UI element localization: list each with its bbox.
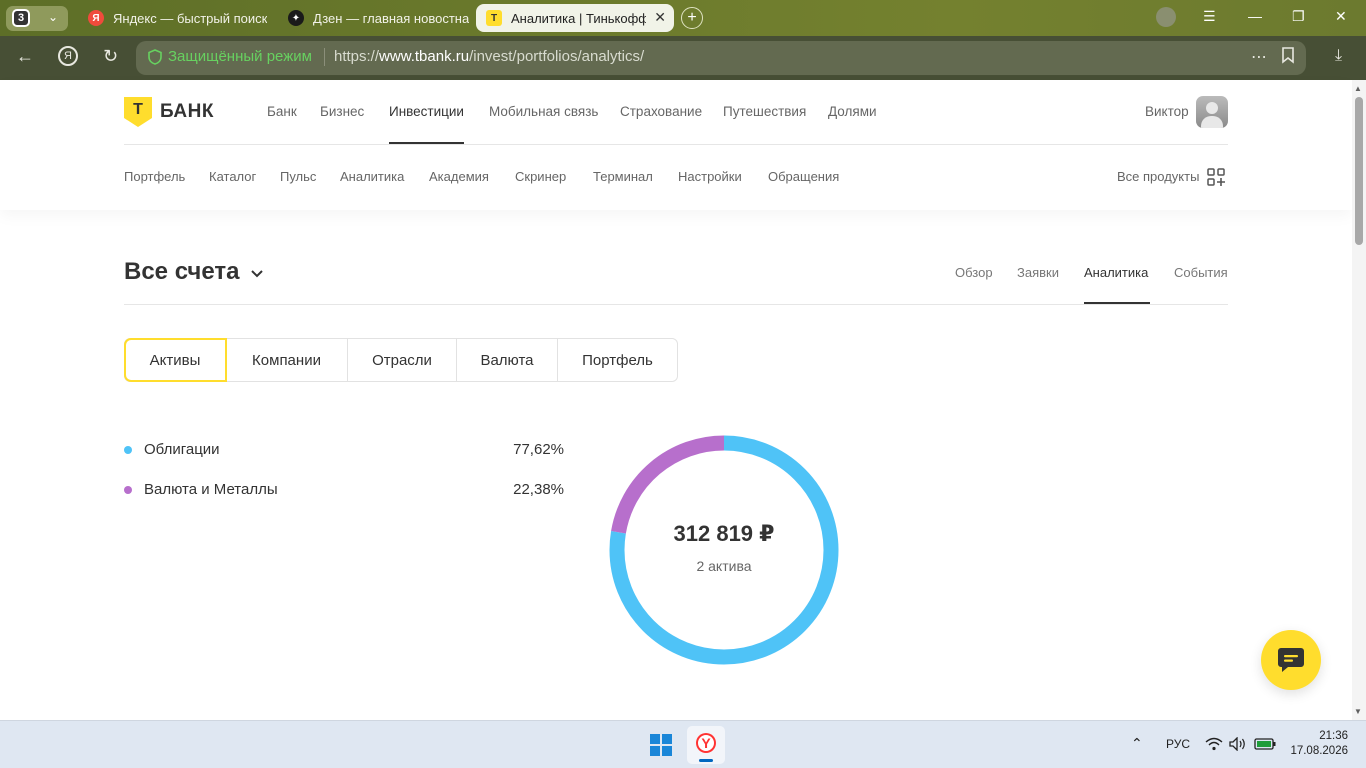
legend-item-bonds[interactable]: Облигации 77,62% [124,440,564,460]
sub-nav-portfolio[interactable]: Портфель [124,169,185,184]
assets-count: 2 актива [696,558,752,574]
shield-icon [148,48,162,65]
scroll-up-icon[interactable]: ▲ [1354,84,1362,93]
header-divider [124,144,1228,145]
downloads-icon[interactable]: ⤓ [1335,47,1342,65]
system-clock[interactable]: 21:36 17.08.2026 [1288,729,1348,759]
tab-orders[interactable]: Заявки [1017,265,1059,280]
more-icon[interactable]: ⋯ [1251,47,1267,67]
browser-tab-dzen[interactable]: ✦ Дзен — главная новостна [278,4,472,32]
minimize-icon[interactable]: — [1248,8,1262,24]
sub-nav-catalog[interactable]: Каталог [209,169,256,184]
url-text[interactable]: https://www.tbank.ru/invest/portfolios/a… [334,48,644,65]
logo-text: БАНК [160,101,214,122]
reload-icon[interactable]: ↻ [103,46,118,67]
tbank-icon: T [486,10,502,26]
segment-currency[interactable]: Валюта [457,339,558,381]
legend-name: Облигации [144,441,220,458]
language-indicator[interactable]: РУС [1166,737,1190,751]
tab-title: Дзен — главная новостна [313,10,470,26]
browser-tab-yandex[interactable]: Я Яндекс — быстрый поиск [78,4,272,32]
legend-name: Валюта и Металлы [144,481,278,498]
dzen-icon: ✦ [288,10,304,26]
tab-counter-button[interactable]: 3 ⌄ [6,6,68,31]
wifi-icon[interactable] [1205,737,1223,751]
clock-date: 17.08.2026 [1290,745,1348,757]
sub-nav-settings[interactable]: Настройки [678,169,742,184]
tbank-logo[interactable]: Т БАНК [124,97,214,127]
analytics-segment-control: Активы Компании Отрасли Валюта Портфель [124,338,678,382]
url-domain: www.tbank.ru [379,48,470,65]
tab-analytics[interactable]: Аналитика [1084,265,1148,280]
chat-icon [1278,648,1304,672]
yandex-browser-taskbar-button[interactable]: Y [687,726,725,764]
grid-plus-icon[interactable] [1207,168,1225,186]
legend-percent: 77,62% [513,441,564,458]
active-app-indicator [699,759,713,762]
user-name[interactable]: Виктор [1145,104,1189,119]
tab-title: Аналитика | Тинькофф [511,10,646,26]
battery-icon[interactable] [1254,738,1276,750]
browser-tab-analytics[interactable]: T Аналитика | Тинькофф ✕ [476,4,674,32]
restore-icon[interactable]: ❐ [1292,8,1305,25]
secure-mode-badge[interactable]: Защищённый режим [148,48,312,65]
sub-nav-analytics[interactable]: Аналитика [340,169,404,184]
windows-taskbar [0,720,1366,768]
segment-companies[interactable]: Компании [226,339,348,381]
top-nav-dolyami[interactable]: Долями [828,104,877,119]
chevron-down-icon[interactable] [249,265,265,281]
all-products-link[interactable]: Все продукты [1117,169,1199,184]
legend-item-currency-metals[interactable]: Валюта и Металлы 22,38% [124,480,564,500]
profile-avatar-icon[interactable] [1156,7,1176,27]
yandex-home-icon[interactable]: Я [58,46,78,66]
new-tab-button[interactable]: + [681,7,703,29]
scrollbar-thumb[interactable] [1355,97,1363,245]
chat-button[interactable] [1261,630,1321,690]
sub-nav-pulse[interactable]: Пульс [280,169,316,184]
portfolio-total-value: 312 819 ₽ [673,521,775,546]
secure-mode-label: Защищённый режим [168,48,312,65]
scroll-down-icon[interactable]: ▼ [1354,707,1362,716]
tab-overview[interactable]: Обзор [955,265,993,280]
tab-events[interactable]: События [1174,265,1228,280]
tab-title: Яндекс — быстрый поиск [113,10,268,26]
logo-shield: Т [124,97,152,127]
sub-nav-screener[interactable]: Скринер [515,169,566,184]
segment-portfolio[interactable]: Портфель [558,339,677,381]
sub-nav-requests[interactable]: Обращения [768,169,839,184]
legend-dot [124,486,132,494]
tab-count: 3 [12,9,30,27]
segment-assets[interactable]: Активы [124,338,227,382]
tray-chevron-up-icon[interactable]: ⌃ [1131,735,1143,752]
chevron-down-icon: ⌄ [48,10,59,24]
clock-time: 21:36 [1319,730,1348,742]
menu-icon[interactable]: ☰ [1203,8,1216,25]
windows-start-icon[interactable] [650,734,672,756]
assets-donut-chart [609,435,839,665]
top-nav-business[interactable]: Бизнес [320,104,364,119]
sub-nav-academy[interactable]: Академия [429,169,489,184]
top-nav-mobile[interactable]: Мобильная связь [489,104,598,119]
top-nav-insurance[interactable]: Страхование [620,104,702,119]
content-divider [124,304,1228,305]
close-tab-icon[interactable]: ✕ [654,9,666,26]
sub-nav-terminal[interactable]: Терминал [593,169,653,184]
yandex-icon: Я [88,10,104,26]
legend-dot [124,446,132,454]
legend-percent: 22,38% [513,481,564,498]
page-title[interactable]: Все счета [124,258,240,286]
close-window-icon[interactable]: ✕ [1335,8,1347,25]
back-icon[interactable]: ← [16,46,34,67]
segment-sectors[interactable]: Отрасли [348,339,457,381]
volume-icon[interactable] [1229,737,1247,751]
bookmark-icon[interactable] [1281,47,1295,69]
url-prefix: https:// [334,48,380,65]
omnibox-divider [324,48,325,66]
top-nav-bank[interactable]: Банк [267,104,297,119]
avatar[interactable] [1196,96,1228,128]
top-nav-investments[interactable]: Инвестиции [389,104,464,119]
top-nav-travel[interactable]: Путешествия [723,104,806,119]
url-path: /invest/portfolios/analytics/ [469,48,645,65]
yandex-browser-icon: Y [696,733,716,753]
